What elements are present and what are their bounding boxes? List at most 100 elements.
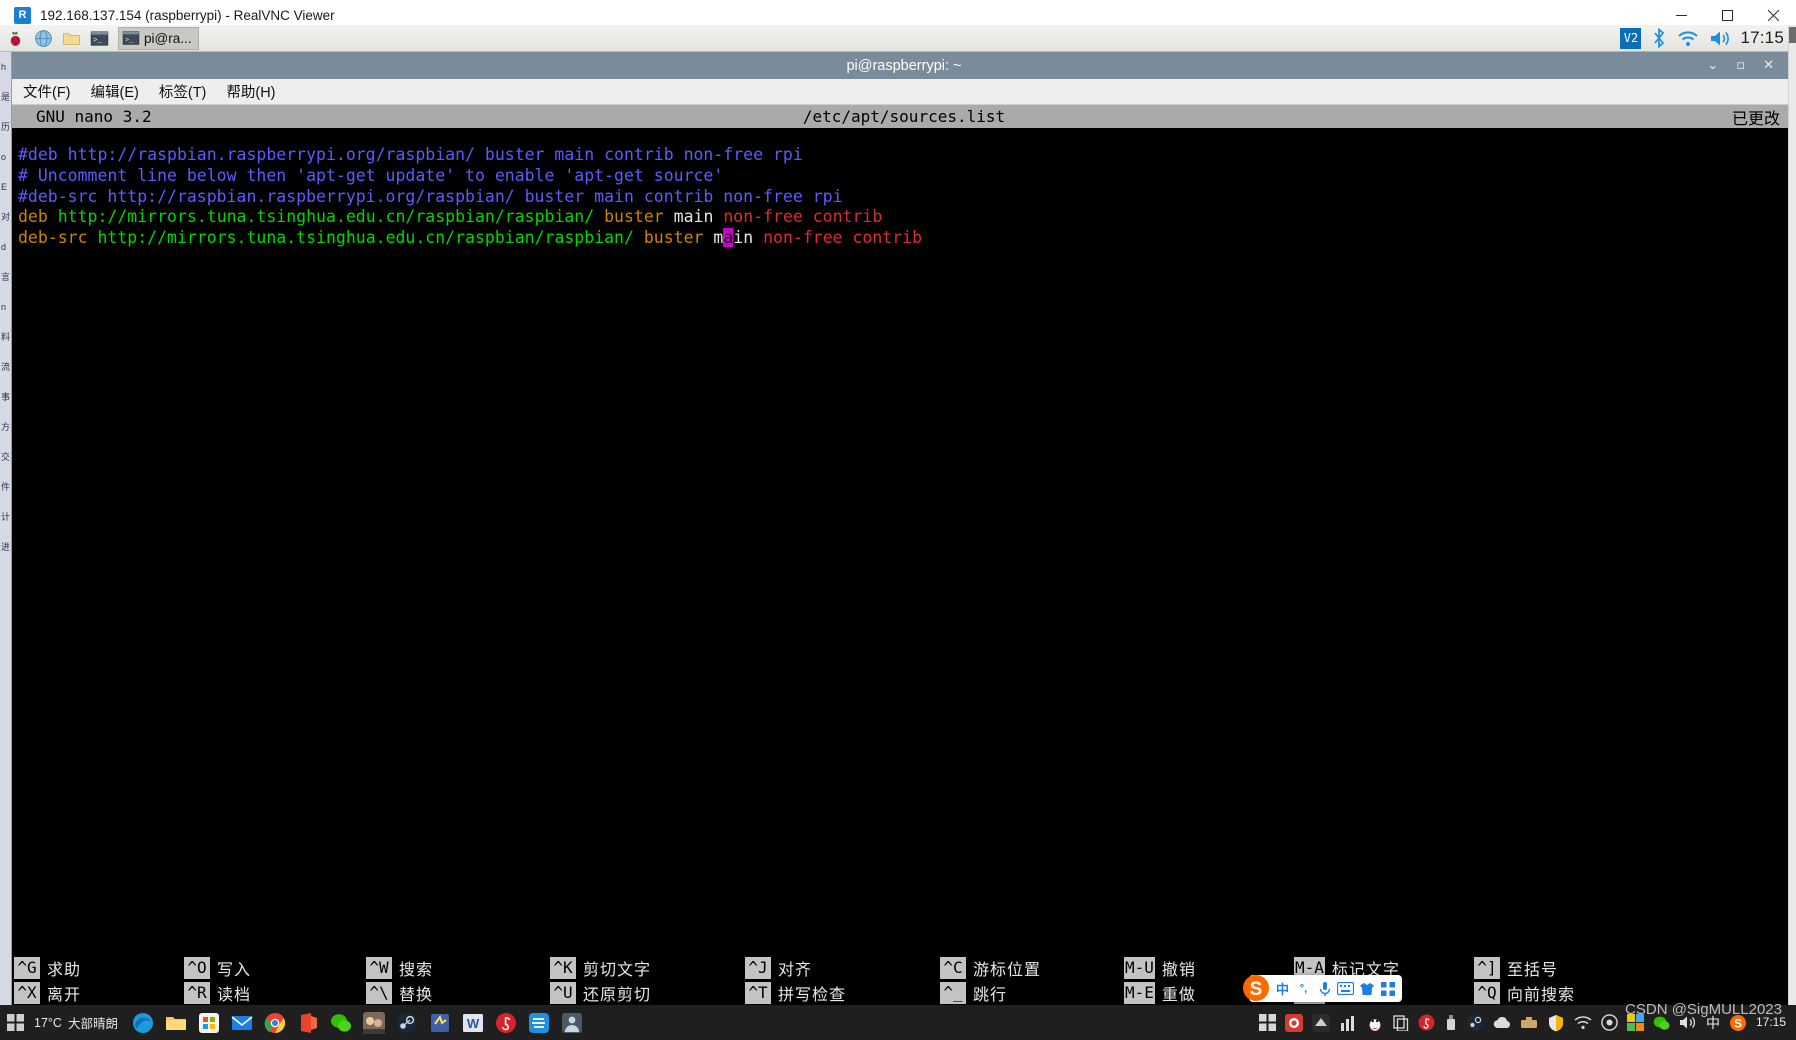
usb-icon[interactable] bbox=[1444, 1014, 1458, 1031]
shortcut-label[interactable]: 对齐 bbox=[771, 956, 812, 980]
copy-icon[interactable] bbox=[1393, 1014, 1409, 1032]
xunlei-icon[interactable] bbox=[528, 1012, 550, 1034]
nano-editor[interactable]: GNU nano 3.2 /etc/apt/sources.list 已更改 #… bbox=[12, 105, 1796, 1005]
recording-icon[interactable] bbox=[1601, 1014, 1618, 1031]
network-icon[interactable] bbox=[1574, 1015, 1592, 1030]
wifi-icon[interactable] bbox=[1677, 29, 1699, 48]
raspberry-menu-button[interactable] bbox=[2, 26, 28, 50]
shortcut-label[interactable]: 读档 bbox=[210, 981, 251, 1005]
nano-shortcut-group: ^C 游标位置 ^_ 跳行 bbox=[940, 955, 1124, 1005]
chinese-mode-indicator[interactable]: 中 bbox=[1273, 979, 1292, 998]
raspberry-menu-icon bbox=[10, 31, 20, 46]
nano-filename-label: /etc/apt/sources.list bbox=[802, 107, 1006, 126]
steam-icon[interactable] bbox=[396, 1012, 418, 1034]
tool-icon[interactable] bbox=[1520, 1015, 1538, 1030]
shortcut-label[interactable]: 剪切文字 bbox=[576, 956, 651, 980]
sogou-ime-toolbar[interactable]: S 中 °, bbox=[1243, 975, 1402, 1002]
menu-file[interactable]: 文件(F) bbox=[20, 80, 74, 103]
shortcut-key: ^_ bbox=[940, 981, 966, 1004]
netease-icon[interactable] bbox=[1418, 1014, 1435, 1031]
shortcut-label[interactable]: 写入 bbox=[210, 956, 251, 980]
soft-keyboard-icon[interactable] bbox=[1336, 979, 1355, 998]
lxde-clock[interactable]: 17:15 bbox=[1740, 28, 1784, 48]
shortcut-label[interactable]: 重做 bbox=[1155, 981, 1196, 1005]
shortcut-label[interactable]: 至括号 bbox=[1500, 956, 1558, 980]
game-icon[interactable] bbox=[362, 1011, 385, 1034]
steam-tray-icon[interactable] bbox=[1467, 1014, 1484, 1031]
stats-icon[interactable] bbox=[1339, 1014, 1357, 1032]
shortcut-label[interactable]: 跳行 bbox=[966, 981, 1007, 1005]
shortcut-label[interactable]: 向前搜索 bbox=[1500, 981, 1575, 1005]
terminal-minimize-button[interactable]: ⌄ bbox=[1707, 52, 1718, 79]
line-5-deb-src-tuna[interactable]: deb-src http://mirrors.tuna.tsinghua.edu… bbox=[12, 228, 1796, 249]
vnc-server-tray-icon[interactable]: V2 bbox=[1620, 27, 1642, 49]
shortcut-key: ^] bbox=[1474, 956, 1500, 979]
menu-tabs[interactable]: 标签(T) bbox=[156, 80, 210, 103]
shortcut-label[interactable]: 还原剪切 bbox=[576, 981, 651, 1005]
shortcut-key: ^U bbox=[550, 981, 576, 1004]
bluetooth-icon[interactable] bbox=[1651, 28, 1667, 48]
shortcut-key: ^C bbox=[940, 956, 966, 979]
skin-icon[interactable] bbox=[1357, 979, 1376, 998]
svg-text:>_: >_ bbox=[93, 37, 102, 45]
text-cursor: a bbox=[723, 228, 734, 248]
taskbar-window-button-terminal[interactable]: >_ pi@ra... bbox=[118, 26, 200, 50]
nano-shortcut-bar: ^G 求助 ^X 离开 ^O 写入 ^R 读档 ^W 搜索 ^\ 替换 ^K 剪切文字 ^U 还原剪切 ^J 对齐… bbox=[12, 955, 1796, 1005]
cloud-icon[interactable] bbox=[1493, 1016, 1511, 1030]
line-1-comment-deb[interactable]: #deb http://raspbian.raspberrypi.org/ras… bbox=[12, 145, 1796, 166]
toolbox-icon[interactable] bbox=[1378, 979, 1397, 998]
terminal-launcher[interactable]: >_ bbox=[86, 26, 112, 50]
terminal-title-bar[interactable]: pi@raspberrypi: ~ ⌄ ▫ ✕ bbox=[12, 52, 1796, 79]
wechat-icon[interactable] bbox=[330, 1012, 352, 1034]
sogou-s-logo-icon[interactable]: S bbox=[1239, 971, 1273, 1005]
voice-input-icon[interactable] bbox=[1315, 979, 1334, 998]
windows-defender-icon[interactable] bbox=[1547, 1014, 1565, 1032]
microsoft-store-icon[interactable] bbox=[198, 1012, 220, 1034]
shortcut-key: ^\ bbox=[366, 981, 392, 1004]
file-manager-launcher[interactable] bbox=[58, 26, 84, 50]
shortcut-label[interactable]: 求助 bbox=[40, 956, 81, 980]
security-icon[interactable] bbox=[1284, 1013, 1303, 1032]
office-icon[interactable] bbox=[297, 1012, 319, 1034]
terminal-icon: >_ bbox=[122, 31, 140, 45]
line-2-comment-uncomment-hint[interactable]: # Uncomment line below then 'apt-get upd… bbox=[12, 166, 1796, 187]
qq-icon[interactable] bbox=[1366, 1014, 1384, 1032]
vnc-scrollbar[interactable] bbox=[1788, 25, 1796, 1005]
task-view-icon[interactable] bbox=[1258, 1014, 1276, 1031]
shortcut-label[interactable]: 撤销 bbox=[1155, 956, 1196, 980]
background-window-edge[interactable]: h是历o E对d言 n料流事 方交件计 进 bbox=[0, 52, 12, 1005]
terminal-close-button[interactable]: ✕ bbox=[1763, 52, 1774, 79]
mail-icon[interactable] bbox=[231, 1012, 253, 1034]
terminal-icon: >_ bbox=[90, 30, 108, 46]
word-icon[interactable]: W bbox=[462, 1012, 484, 1034]
punctuation-mode-icon[interactable]: °, bbox=[1294, 979, 1313, 998]
shortcut-label[interactable]: 游标位置 bbox=[966, 956, 1041, 980]
weather-widget[interactable]: 17°C 大部晴朗 bbox=[30, 1013, 118, 1032]
terminal-maximize-button[interactable]: ▫ bbox=[1736, 52, 1745, 79]
volume-icon[interactable] bbox=[1709, 29, 1730, 48]
shortcut-label[interactable]: 搜索 bbox=[392, 956, 433, 980]
snipaste-icon[interactable] bbox=[429, 1012, 451, 1034]
edge-icon[interactable] bbox=[132, 1012, 154, 1034]
drive-icon[interactable] bbox=[1311, 1013, 1330, 1032]
shortcut-label[interactable]: 离开 bbox=[40, 981, 81, 1005]
vnc-badge-label: V2 bbox=[1623, 31, 1639, 45]
shortcut-label[interactable]: 拼写检查 bbox=[771, 981, 846, 1005]
file-explorer-icon[interactable] bbox=[165, 1012, 187, 1034]
svg-text:>_: >_ bbox=[125, 36, 134, 44]
svg-text:S: S bbox=[1734, 1016, 1742, 1030]
web-browser-launcher[interactable] bbox=[30, 26, 56, 50]
windows-start-button[interactable] bbox=[0, 1014, 30, 1031]
vnc-window-title: 192.168.137.154 (raspberrypi) - RealVNC … bbox=[40, 7, 335, 23]
chrome-icon[interactable] bbox=[264, 1012, 286, 1034]
app-icon[interactable] bbox=[561, 1012, 583, 1034]
nano-text-segment: http://mirrors.tuna.tsinghua.edu.cn/rasp… bbox=[97, 228, 644, 248]
nano-text-area[interactable]: #deb http://raspbian.raspberrypi.org/ras… bbox=[12, 128, 1796, 937]
shortcut-label[interactable]: 替换 bbox=[392, 981, 433, 1005]
menu-edit[interactable]: 编辑(E) bbox=[88, 80, 142, 103]
vnc-scrollbar-thumb[interactable] bbox=[1789, 27, 1796, 43]
netease-music-icon[interactable] bbox=[495, 1012, 517, 1034]
menu-help[interactable]: 帮助(H) bbox=[223, 80, 278, 103]
line-3-comment-deb-src[interactable]: #deb-src http://raspbian.raspberrypi.org… bbox=[12, 187, 1796, 208]
line-4-deb-tuna[interactable]: deb http://mirrors.tuna.tsinghua.edu.cn/… bbox=[12, 207, 1796, 228]
